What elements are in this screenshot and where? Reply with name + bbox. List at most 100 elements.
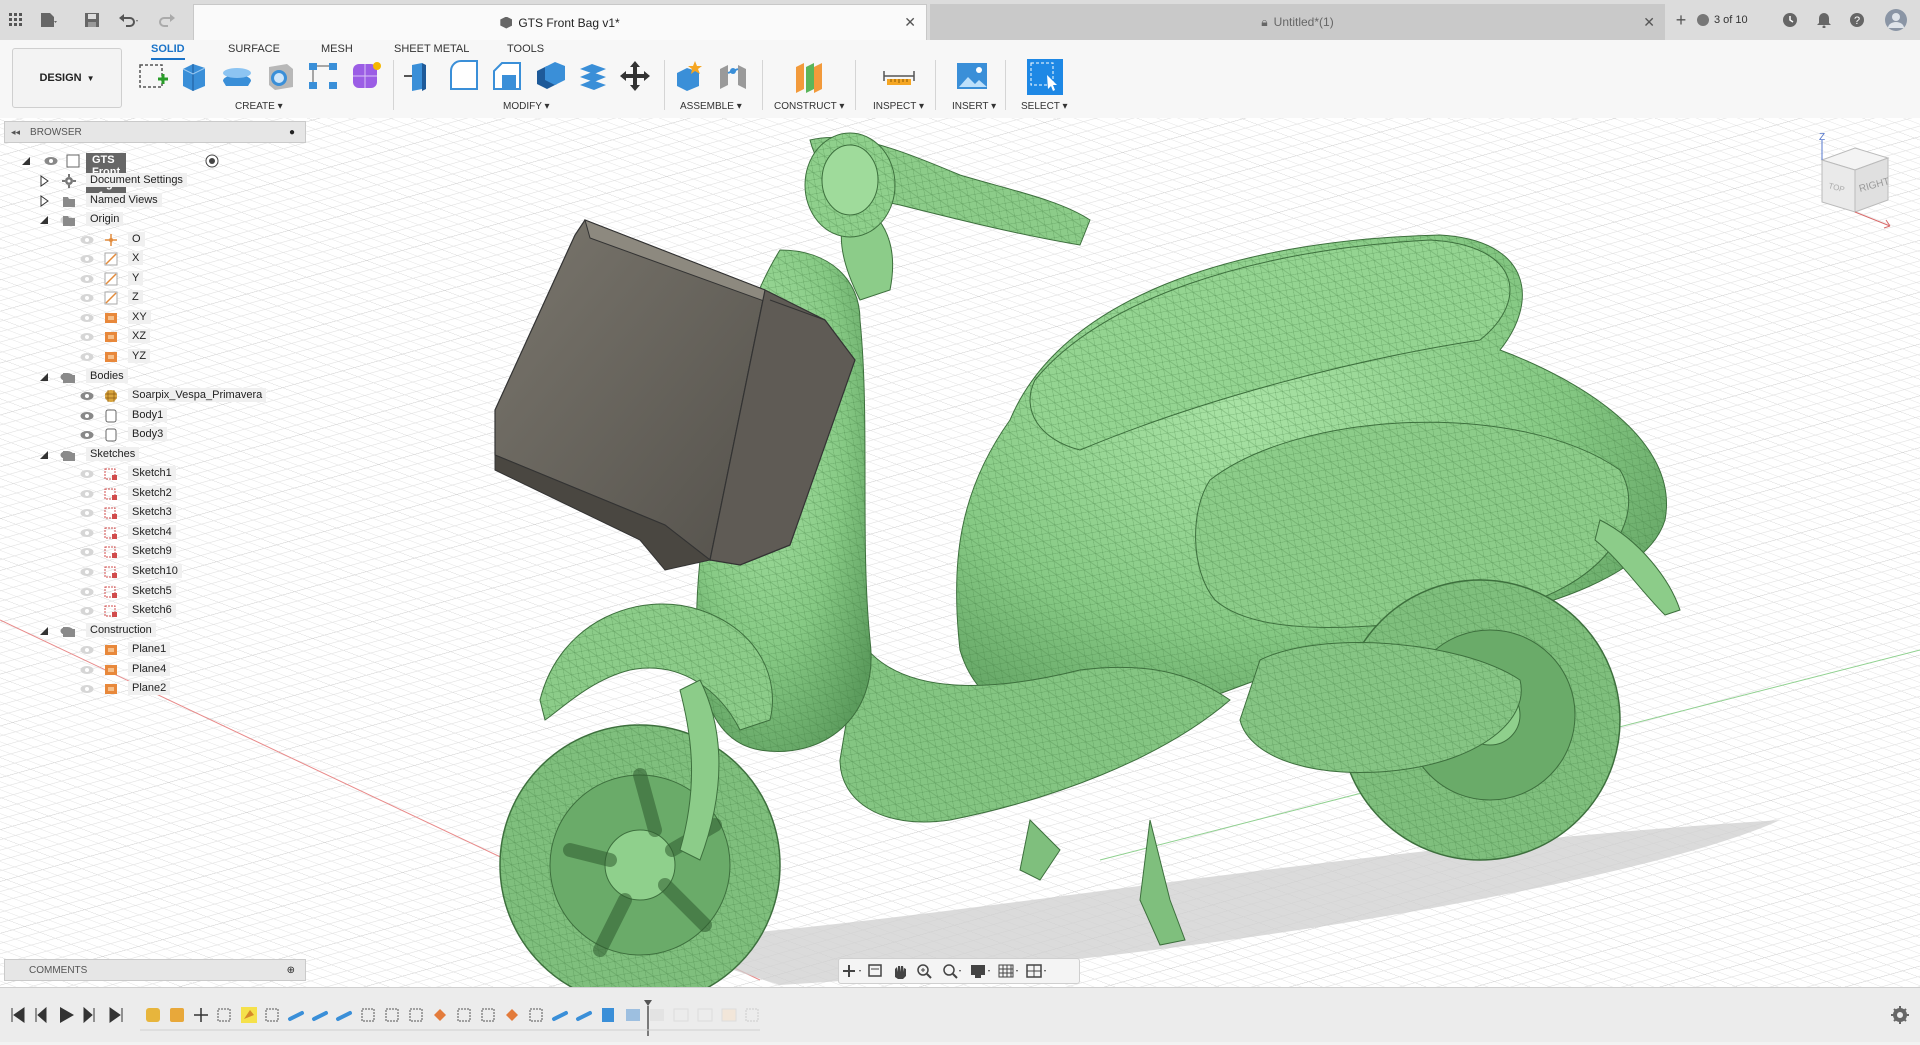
tree-row-label[interactable]: Plane4 xyxy=(128,661,171,676)
visibility-eye-hidden-icon[interactable] xyxy=(80,469,94,479)
tree-row-y[interactable]: Y xyxy=(0,269,300,289)
fit-zoom-icon[interactable] xyxy=(943,964,961,979)
extrude-icon[interactable] xyxy=(177,59,211,93)
timeline-settings-gear-icon[interactable] xyxy=(1891,1006,1909,1024)
clock-icon[interactable] xyxy=(1780,10,1800,30)
tree-row-label[interactable]: Plane2 xyxy=(128,681,171,696)
tree-row-label[interactable]: Plane1 xyxy=(128,642,171,657)
visibility-eye-hidden-icon[interactable] xyxy=(80,528,94,538)
grid-settings-icon[interactable] xyxy=(998,964,1018,978)
tree-row-document-settings[interactable]: Document Settings xyxy=(0,171,300,191)
visibility-eye-hidden-icon[interactable] xyxy=(80,567,94,577)
tree-row-sketch2[interactable]: Sketch2 xyxy=(0,484,300,504)
activate-radio-icon[interactable] xyxy=(205,154,219,168)
tree-row-label[interactable]: Sketch10 xyxy=(128,564,182,578)
document-tab-inactive[interactable]: 🔒︎ Untitled*(1) ✕ xyxy=(930,4,1665,40)
tree-row-label[interactable]: Bodies xyxy=(86,368,128,383)
tree-row-label[interactable]: Sketch2 xyxy=(128,485,176,500)
move-copy-icon[interactable] xyxy=(618,59,652,93)
user-avatar-icon[interactable] xyxy=(1884,8,1908,32)
job-status[interactable]: 3 of 10 xyxy=(1697,10,1748,30)
tree-row-sketch4[interactable]: Sketch4 xyxy=(0,523,300,543)
new-component-icon[interactable] xyxy=(673,59,707,93)
viewports-icon[interactable] xyxy=(1026,964,1046,978)
tree-row-bodies[interactable]: Bodies xyxy=(0,367,300,387)
rectangular-pattern-icon[interactable] xyxy=(306,59,340,93)
tree-row-sketch6[interactable]: Sketch6 xyxy=(0,601,300,621)
tree-row-label[interactable]: Body1 xyxy=(128,407,168,422)
visibility-eye-hidden-icon[interactable] xyxy=(80,489,94,499)
tab-surface[interactable]: SURFACE xyxy=(228,40,280,58)
tab-sheet-metal[interactable]: SHEET METAL xyxy=(394,40,469,58)
tab-solid[interactable]: SOLID xyxy=(151,40,185,60)
comments-panel-header[interactable]: COMMENTS ⊕ xyxy=(4,959,306,981)
visibility-eye-hidden-icon[interactable] xyxy=(80,293,94,303)
form-icon[interactable] xyxy=(349,59,383,93)
expand-triangle-icon[interactable] xyxy=(38,194,50,207)
insert-image-icon[interactable] xyxy=(955,59,989,93)
timeline-start-icon[interactable] xyxy=(11,1007,25,1023)
tree-row-soarpix-vespa-primavera[interactable]: Soarpix_Vespa_Primavera xyxy=(0,386,300,406)
tree-row-yz[interactable]: YZ xyxy=(0,347,300,367)
visibility-eye-hidden-icon[interactable] xyxy=(80,508,94,518)
tree-row-xy[interactable]: XY xyxy=(0,308,300,328)
tree-row-label[interactable]: Named Views xyxy=(86,192,162,207)
chamfer-icon[interactable] xyxy=(490,59,524,93)
visibility-eye-icon[interactable] xyxy=(80,391,94,401)
orbit-icon[interactable] xyxy=(843,965,861,977)
display-settings-icon[interactable] xyxy=(971,965,990,978)
tree-row-plane1[interactable]: Plane1 xyxy=(0,640,300,660)
tree-row-label[interactable]: Document Settings xyxy=(86,173,187,187)
apps-grid-icon[interactable] xyxy=(6,10,26,30)
tree-row-x[interactable]: X xyxy=(0,249,300,269)
browser-options-icon[interactable]: ● xyxy=(289,127,295,138)
visibility-eye-hidden-icon[interactable] xyxy=(80,587,94,597)
close-tab-icon[interactable]: ✕ xyxy=(904,14,916,31)
tree-row-label[interactable]: Sketch1 xyxy=(128,466,176,481)
tree-row-label[interactable]: Z xyxy=(128,290,143,305)
tree-row-named-views[interactable]: Named Views xyxy=(0,191,300,211)
measure-icon[interactable] xyxy=(882,59,916,93)
offset-plane-icon[interactable] xyxy=(792,59,826,93)
tree-row-label[interactable]: YZ xyxy=(128,348,151,363)
look-at-icon[interactable] xyxy=(868,964,882,977)
timeline-next-icon[interactable] xyxy=(83,1006,95,1024)
create-group-label[interactable]: CREATE ▾ xyxy=(235,101,283,112)
create-sketch-icon[interactable] xyxy=(136,59,170,93)
save-icon[interactable] xyxy=(82,10,102,30)
visibility-eye-hidden-icon[interactable] xyxy=(80,547,94,557)
insert-group-label[interactable]: INSERT ▾ xyxy=(952,101,996,112)
tree-row-label[interactable]: Sketch9 xyxy=(128,544,176,559)
undo-icon[interactable] xyxy=(118,10,138,30)
visibility-eye-hidden-icon[interactable] xyxy=(80,332,94,342)
tab-tools[interactable]: TOOLS xyxy=(507,40,544,58)
construct-group-label[interactable]: CONSTRUCT ▾ xyxy=(774,101,844,112)
tree-row-label[interactable]: Sketch5 xyxy=(128,583,176,598)
expand-triangle-icon[interactable] xyxy=(38,175,50,187)
revolve-icon[interactable] xyxy=(220,59,254,93)
visibility-eye-hidden-icon[interactable] xyxy=(80,352,94,362)
select-icon[interactable] xyxy=(1027,59,1063,95)
tree-row-label[interactable]: Sketch6 xyxy=(128,603,176,618)
redo-icon[interactable] xyxy=(158,10,178,30)
tree-row-plane2[interactable]: Plane2 xyxy=(0,679,300,699)
tree-row-label[interactable]: Sketches xyxy=(86,446,140,461)
file-menu-icon[interactable] xyxy=(38,10,58,30)
pan-hand-icon[interactable] xyxy=(895,966,906,979)
joint-icon[interactable] xyxy=(716,59,750,93)
visibility-eye-hidden-icon[interactable] xyxy=(80,645,94,655)
visibility-eye-hidden-icon[interactable] xyxy=(80,684,94,694)
new-tab-icon[interactable]: + xyxy=(1671,10,1691,30)
tree-row-sketch10[interactable]: Sketch10 xyxy=(0,562,300,582)
visibility-eye-icon[interactable] xyxy=(80,411,94,421)
visibility-eye-hidden-icon[interactable] xyxy=(80,665,94,675)
visibility-eye-icon[interactable] xyxy=(80,430,94,440)
tree-row-label[interactable]: Y xyxy=(128,270,144,285)
timeline-play-icon[interactable] xyxy=(60,1007,74,1023)
tree-row-sketch1[interactable]: Sketch1 xyxy=(0,464,300,484)
help-icon[interactable]: ? xyxy=(1847,10,1867,30)
tree-row-label[interactable]: Soarpix_Vespa_Primavera xyxy=(128,388,267,403)
collapse-triangle-icon[interactable] xyxy=(38,625,50,637)
select-group-label[interactable]: SELECT ▾ xyxy=(1021,101,1068,112)
add-comment-icon[interactable]: ⊕ xyxy=(287,965,295,976)
